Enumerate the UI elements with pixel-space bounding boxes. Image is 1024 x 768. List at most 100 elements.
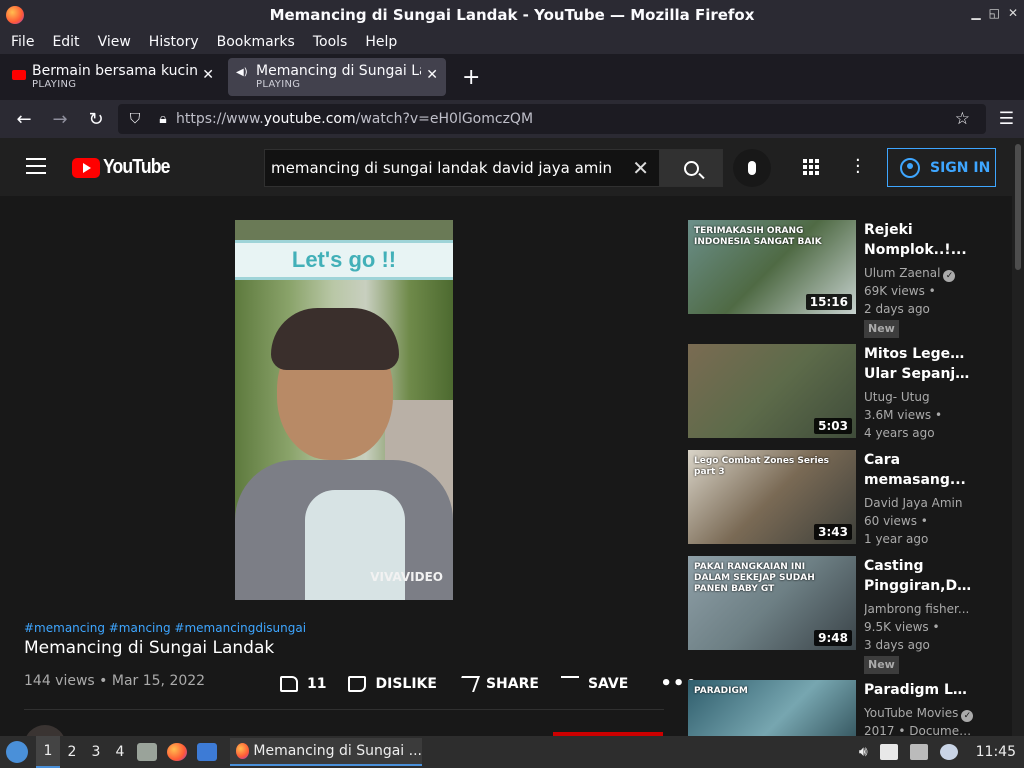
- close-button[interactable]: ✕: [1008, 6, 1018, 20]
- scrollbar-thumb[interactable]: [1015, 144, 1021, 270]
- recommendation-item[interactable]: Lego Combat Zones Series part 3 3:43 Cara…: [688, 450, 988, 550]
- search-button[interactable]: [659, 149, 723, 187]
- system-tray: 🔊︎ 11:45: [853, 736, 1024, 768]
- shield-icon[interactable]: ⛉: [120, 111, 150, 127]
- url-bar[interactable]: ⛉ 🔒︎ https://www.youtube.com/watch?v=eH0…: [118, 104, 986, 134]
- rec-channel[interactable]: David Jaya Amin: [864, 494, 974, 512]
- rec-views: 69K views •: [864, 284, 936, 298]
- youtube-logo[interactable]: YouTube: [72, 156, 179, 179]
- workspace-1[interactable]: 1: [36, 736, 60, 768]
- clear-search-icon[interactable]: ✕: [632, 156, 649, 180]
- youtube-header: YouTube memancing di sungai landak david…: [0, 138, 1012, 196]
- channel-avatar[interactable]: [24, 725, 66, 736]
- clipboard-icon[interactable]: [879, 744, 898, 760]
- rec-title[interactable]: Rejeki Nomplok..!...: [864, 220, 974, 260]
- like-button[interactable]: 11: [280, 675, 327, 692]
- new-badge: New: [864, 656, 899, 674]
- rec-title[interactable]: Mitos LegendaUlar Sepanjan...: [864, 344, 974, 384]
- taskbar-firefox-window[interactable]: Memancing di Sungai ...: [230, 738, 422, 766]
- rec-channel[interactable]: Utug- Utug: [864, 388, 974, 406]
- rec-duration: 5:03: [814, 418, 852, 434]
- rec-title[interactable]: Paradigm Lost: [864, 680, 974, 700]
- lock-icon[interactable]: 🔒︎: [150, 111, 176, 127]
- rec-channel[interactable]: YouTube Movies: [864, 706, 958, 720]
- rec-thumbnail[interactable]: TERIMAKASIH ORANG INDONESIA SANGAT BAIK 1…: [688, 220, 856, 314]
- voice-search-button[interactable]: [733, 149, 771, 187]
- settings-kebab-icon[interactable]: · · ·: [855, 152, 861, 182]
- recommendation-item[interactable]: TERIMAKASIH ORANG INDONESIA SANGAT BAIK 1…: [688, 220, 988, 340]
- verified-icon: ✓: [961, 710, 974, 722]
- rec-duration: 9:48: [814, 630, 852, 646]
- save-button[interactable]: SAVE: [560, 675, 629, 692]
- tab-title: Memancing di Sungai Landak: [256, 63, 421, 79]
- menu-bookmarks[interactable]: Bookmarks: [210, 34, 302, 50]
- tab-bermain[interactable]: Bermain bersama kucing PLAYING ✕: [4, 58, 222, 96]
- firefox-launcher-icon[interactable]: [167, 743, 187, 761]
- rec-age: 4 years ago: [864, 426, 935, 440]
- workspace-4[interactable]: 4: [108, 744, 132, 760]
- tab-title: Bermain bersama kucing: [32, 63, 197, 79]
- back-button[interactable]: ←: [6, 109, 42, 130]
- file-manager-icon[interactable]: [137, 743, 157, 761]
- video-player[interactable]: Let's go !! VIVAVIDEO: [235, 220, 453, 600]
- page-scrollbar[interactable]: [1012, 138, 1024, 736]
- recommendation-item[interactable]: 5:03 Mitos LegendaUlar Sepanjan... Utug-…: [688, 344, 988, 444]
- tab-status: PLAYING: [256, 79, 301, 90]
- maximize-button[interactable]: ◱: [989, 6, 1000, 20]
- rec-title[interactable]: Cara memasang...: [864, 450, 974, 490]
- rec-channel[interactable]: Jambrong fisher...: [864, 600, 974, 618]
- desktop-icon[interactable]: [197, 743, 217, 761]
- speaker-icon[interactable]: ◀): [236, 67, 250, 78]
- menu-history[interactable]: History: [142, 34, 206, 50]
- video-hashtags[interactable]: #memancing #mancing #memancingdisungai: [24, 621, 306, 635]
- rec-duration: 3:43: [814, 524, 852, 540]
- share-button[interactable]: SHARE: [456, 675, 539, 692]
- url-text[interactable]: https://www.youtube.com/watch?v=eH0lGomc…: [176, 111, 533, 127]
- workspace-2[interactable]: 2: [60, 744, 84, 760]
- guide-menu-icon[interactable]: [26, 158, 46, 174]
- video-meta: 144 views • Mar 15, 2022: [24, 673, 206, 689]
- start-menu-icon[interactable]: [6, 741, 28, 763]
- forward-button[interactable]: →: [42, 109, 78, 130]
- like-count: 11: [307, 675, 327, 692]
- sign-in-label: SIGN IN: [930, 159, 991, 176]
- workspace-3[interactable]: 3: [84, 744, 108, 760]
- tab-memancing[interactable]: ◀) Memancing di Sungai Landak PLAYING ✕: [228, 58, 446, 96]
- network-icon[interactable]: [909, 744, 928, 760]
- search-input[interactable]: memancing di sungai landak david jaya am…: [271, 159, 632, 177]
- menu-file[interactable]: File: [4, 34, 41, 50]
- search-box[interactable]: memancing di sungai landak david jaya am…: [264, 149, 660, 187]
- rec-title[interactable]: CastingPinggiran,Dal...: [864, 556, 974, 596]
- save-label: SAVE: [587, 675, 629, 692]
- tab-close-icon[interactable]: ✕: [202, 67, 214, 83]
- bookmark-star-icon[interactable]: ☆: [955, 109, 970, 129]
- volume-icon[interactable]: 🔊︎: [859, 744, 868, 760]
- menu-tools[interactable]: Tools: [306, 34, 355, 50]
- rec-thumbnail[interactable]: PAKAI RANGKAIAN INI DALAM SEKEJAP SUDAH …: [688, 556, 856, 650]
- rec-channel[interactable]: Ulum Zaenal: [864, 266, 940, 280]
- menu-view[interactable]: View: [91, 34, 138, 50]
- rec-age: 1 year ago: [864, 532, 929, 546]
- dislike-button[interactable]: DISLIKE: [348, 675, 437, 692]
- apps-grid-icon[interactable]: [803, 159, 819, 175]
- menu-edit[interactable]: Edit: [45, 34, 86, 50]
- tab-status: PLAYING: [32, 79, 77, 90]
- reload-button[interactable]: ↻: [78, 109, 114, 130]
- rec-thumbnail[interactable]: 5:03: [688, 344, 856, 438]
- rec-thumbnail[interactable]: PARADIGM: [688, 680, 856, 736]
- menu-help[interactable]: Help: [358, 34, 404, 50]
- notification-icon[interactable]: [939, 744, 958, 760]
- account-icon: [900, 157, 920, 178]
- new-tab-button[interactable]: +: [462, 65, 480, 90]
- firefox-icon: [236, 743, 250, 759]
- rec-thumbnail[interactable]: Lego Combat Zones Series part 3 3:43: [688, 450, 856, 544]
- recommendation-item[interactable]: PAKAI RANGKAIAN INI DALAM SEKEJAP SUDAH …: [688, 556, 988, 676]
- tab-close-icon[interactable]: ✕: [426, 67, 438, 83]
- app-menu-icon[interactable]: ☰: [999, 109, 1014, 129]
- sign-in-button[interactable]: SIGN IN: [887, 148, 996, 187]
- recommendation-item[interactable]: PARADIGM Paradigm Lost YouTube Movies ✓ 2…: [688, 680, 988, 736]
- rec-thumbnail-text: PAKAI RANGKAIAN INI DALAM SEKEJAP SUDAH …: [694, 562, 815, 594]
- video-person-hair: [271, 308, 399, 370]
- minimize-button[interactable]: ▁: [971, 6, 980, 20]
- youtube-page: YouTube memancing di sungai landak david…: [0, 138, 1012, 736]
